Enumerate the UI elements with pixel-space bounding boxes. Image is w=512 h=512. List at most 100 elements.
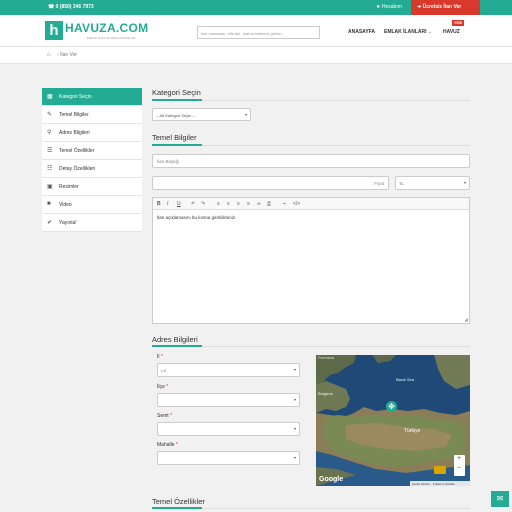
align-right-button[interactable]: ≡ [237,201,240,207]
breadcrumb: ⌂ › İlan Ver [0,47,512,64]
sidebar-item-label: Temel Özellikler [59,148,95,154]
list-icon: ☰ [47,148,53,154]
underline-button[interactable]: U [177,201,181,207]
sidebar-item-label: Detay Özellikleri [59,166,96,172]
semt-select[interactable]: ▾ [157,422,300,436]
section-accent [152,144,202,146]
il-select[interactable]: • İl ▾ [157,363,300,377]
link-button[interactable]: ∞ [257,201,261,207]
check-icon: ✔ [47,220,53,226]
sidebar-item-features[interactable]: ☰ Temel Özellikler [42,142,142,160]
map-data-link[interactable]: Harita Verileri [412,482,430,486]
sidebar-item-video[interactable]: ■ Video [42,196,142,214]
required-mark: * [160,354,163,360]
nav-news[interactable]: HAVUZ [443,29,460,35]
zoom-out-button[interactable]: − [457,465,461,472]
section-title-basic: Temel Bilgiler [152,133,197,142]
breadcrumb-current-label: İlan Ver [60,52,78,58]
sidebar-item-images[interactable]: ▣ Resimler [42,178,142,196]
semt-label: Semt * [157,413,172,419]
edit-icon: ✎ [47,112,53,118]
map-terms-link[interactable]: Kullanım Şartları [433,482,455,486]
map-label-bulgaria: Bulgaria [318,391,333,396]
grid-icon: ▦ [47,94,53,100]
subcategory-select[interactable]: -- Alt Kategori Seçin -- ▾ [152,108,251,121]
editor-toolbar: B I U ↶ ↷ ≡ ≡ ≡ ≡ ∞ ⎙ ⌁ </> [153,198,469,210]
sidebar-item-address[interactable]: ⚲ Adres Bilgileri [42,124,142,142]
price-input[interactable]: Fiyat [152,176,389,190]
sidebar-item-publish[interactable]: ✔ Yayınla! [42,214,142,232]
video-icon: ■ [47,201,51,207]
street-view-icon[interactable] [434,466,446,474]
align-justify-button[interactable]: ≡ [247,201,250,207]
nav-categories-label: EMLAK İLANLARI [384,29,427,35]
undo-button[interactable]: ↶ [191,201,195,207]
align-left-button[interactable]: ≡ [217,201,220,207]
currency-select[interactable]: TL ▾ [395,176,470,190]
section-accent [152,345,202,347]
phone-text: 0 (850) 346 7973 [55,4,94,10]
phone-number[interactable]: ☎ 0 (850) 346 7973 [48,4,94,10]
redo-button[interactable]: ↷ [201,201,205,207]
chevron-down-icon: ▾ [293,455,296,460]
print-button[interactable]: ⎙ [267,201,271,207]
home-icon[interactable]: ⌂ [47,52,51,58]
sidebar-item-category[interactable]: ▦ Kategori Seçin [42,88,142,106]
ad-title-input[interactable]: İlan Başlığı [152,154,470,168]
new-badge: YENİ [452,20,465,26]
ilce-select[interactable]: ▾ [157,393,300,407]
required-mark: * [170,413,173,419]
map-zoom-control: + − [454,455,465,476]
zoom-in-button[interactable]: + [457,455,461,462]
italic-button[interactable]: I [167,201,168,207]
map-label-turkiye: Türkiye [404,428,421,434]
editor-content: İlan açıklamasını bu kısma girebilirsini… [157,215,237,220]
search-input[interactable]: İlan numarası, ofis adı, arama kelimesi … [197,26,320,39]
clear-format-button[interactable]: ⌁ [283,201,286,207]
mahalle-select[interactable]: ▾ [157,451,300,465]
sidebar-item-label: Video [59,202,72,208]
chevron-down-icon: ▾ [463,180,466,185]
map-marker-icon[interactable]: ✥ [386,401,397,412]
section-title-address: Adres Bilgileri [152,335,198,344]
image-icon: ▣ [47,184,53,190]
section-accent [152,507,202,509]
top-bar: ☎ 0 (850) 346 7973 ★ Hesabım ➜ Ücretsiz … [0,0,512,15]
account-link[interactable]: ★ Hesabım [376,4,402,10]
sidebar-item-label: Adres Bilgileri [59,130,90,136]
mahalle-label: Mahalle * [157,442,178,448]
align-center-button[interactable]: ≡ [227,201,230,207]
sidebar-item-basic[interactable]: ✎ Temel Bilgiler [42,106,142,124]
semt-label-text: Semt [157,413,169,419]
free-ad-button[interactable]: ➜ Ücretsiz İlan Ver [411,0,480,15]
logo-tagline: EMLAK İLAN VE KİRALIK İLANLAR [87,36,136,40]
description-editor[interactable]: B I U ↶ ↷ ≡ ≡ ≡ ≡ ∞ ⎙ ⌁ </> İlan açıklam… [152,197,470,324]
nav-home[interactable]: ANASAYFA [348,29,375,35]
sidebar: ▦ Kategori Seçin ✎ Temel Bilgiler ⚲ Adre… [42,88,142,232]
bold-button[interactable]: B [157,201,161,207]
sidebar-item-label: Kategori Seçin [59,94,92,100]
il-select-value: • İl [161,368,166,373]
list-detail-icon: ☷ [47,166,53,172]
resize-handle-icon[interactable]: ◢ [464,317,468,323]
ilce-label: İlçe * [157,384,168,390]
free-ad-label: Ücretsiz İlan Ver [422,4,462,10]
sidebar-item-details[interactable]: ☷ Detay Özellikleri [42,160,142,178]
chevron-down-icon: ▾ [293,426,296,431]
source-code-button[interactable]: </> [293,201,300,207]
chevron-down-icon: ⌄ [427,29,433,35]
sidebar-item-label: Yayınla! [59,220,77,226]
contact-float-button[interactable]: ✉ [491,491,509,507]
chevron-down-icon: ▾ [244,112,247,117]
currency-select-value: TL [399,181,404,186]
google-logo: Google [319,476,344,483]
nav-categories[interactable]: EMLAK İLANLARI ⌄ [384,29,432,35]
account-label: Hesabım [381,4,402,10]
sidebar-item-label: Resimler [59,184,79,190]
location-map[interactable]: Romania Black Sea Bulgaria Türkiye ✥ Goo… [316,355,470,486]
sidebar-item-label: Temel Bilgiler [59,112,89,118]
breadcrumb-current: › İlan Ver [57,52,78,58]
required-mark: * [175,442,178,448]
section-title-category: Kategori Seçin [152,88,201,97]
ilce-label-text: İlçe [157,384,165,390]
